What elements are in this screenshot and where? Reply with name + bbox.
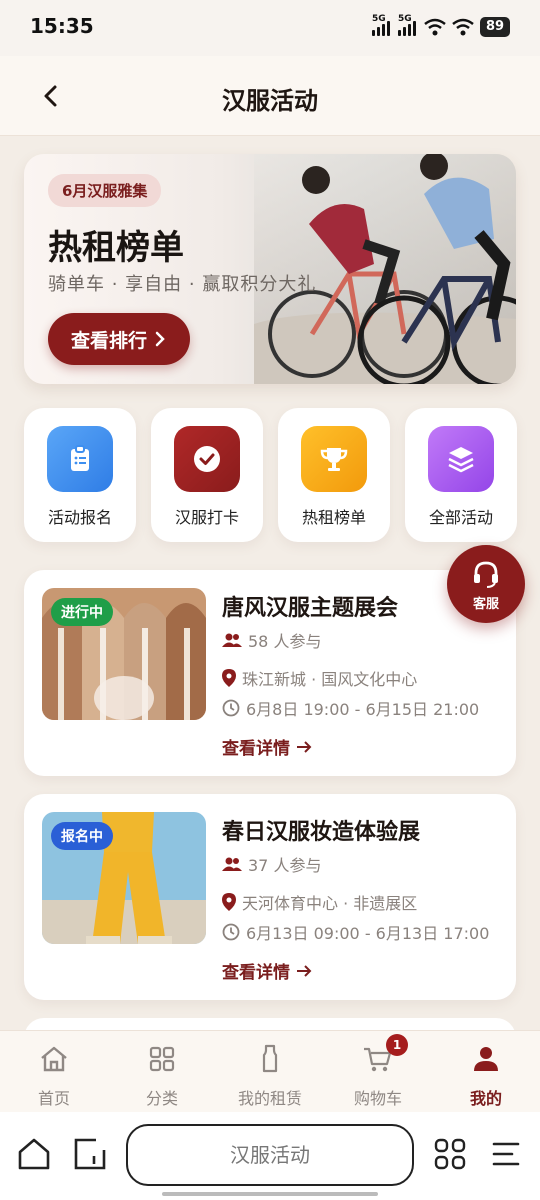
- status-time: 15:35: [30, 14, 94, 38]
- event-card[interactable]: 报名中 春日汉服妆造体验展 37 人参与 天河体育中心 · 非遗展区 6月13日…: [24, 794, 516, 1000]
- event-card[interactable]: 进行中 唐风汉服主题展会 58 人参与 珠江新城 · 国风文化中心 6月8日 1…: [24, 570, 516, 776]
- location-pin-icon: [222, 893, 236, 911]
- signal-icon: [398, 18, 416, 36]
- quick-link-label: 全部活动: [428, 508, 493, 527]
- home-icon: [41, 1046, 67, 1072]
- check-circle-icon: [174, 426, 240, 492]
- cycling-photo: [254, 154, 516, 384]
- time-text: 6月8日 19:00 - 6月15日 21:00: [246, 700, 480, 719]
- garment-icon: [262, 1044, 278, 1073]
- event-location: 天河体育中心 · 非遗展区: [222, 890, 417, 914]
- event-location: 珠江新城 · 国风文化中心: [222, 666, 417, 690]
- tab-label: 购物车: [353, 1089, 402, 1108]
- clock-icon: [222, 699, 240, 717]
- tab-label: 我的租赁: [237, 1089, 302, 1108]
- view-details-label: 查看详情: [222, 739, 290, 759]
- cart-count-badge: 1: [386, 1034, 408, 1056]
- tab-me[interactable]: 我的: [432, 1031, 540, 1113]
- browser-tabs-icon[interactable]: [72, 1136, 108, 1172]
- event-participants: 58 人参与: [222, 628, 321, 652]
- bottom-tab-bar: 首页 分类 我的租赁 购物车 我的: [0, 1030, 540, 1112]
- trophy-icon: [301, 426, 367, 492]
- customer-service-button[interactable]: 客服: [447, 545, 525, 623]
- quick-link-ranking[interactable]: 热租榜单: [278, 408, 390, 542]
- event-thumbnail: 进行中: [42, 588, 206, 720]
- clock-icon: [222, 923, 240, 941]
- wifi-icon: [424, 18, 446, 36]
- tab-cart[interactable]: 购物车: [324, 1031, 432, 1113]
- view-details-link[interactable]: 查看详情: [222, 734, 312, 759]
- tab-label: 我的: [469, 1089, 502, 1108]
- menu-icon[interactable]: [488, 1136, 524, 1172]
- quick-link-all-events[interactable]: 全部活动: [405, 408, 517, 542]
- status-badge: 报名中: [51, 822, 113, 850]
- battery-indicator: 89: [480, 17, 510, 37]
- participants-text: 37 人参与: [248, 856, 322, 875]
- arrow-right-icon: [297, 964, 312, 977]
- apps-grid-icon[interactable]: [432, 1136, 468, 1172]
- people-icon: [222, 633, 242, 647]
- app-header: 汉服活动: [0, 56, 540, 136]
- location-text: 珠江新城 · 国风文化中心: [242, 670, 418, 689]
- banner-tag: 6月汉服雅集: [48, 174, 162, 207]
- arrow-right-icon: [297, 740, 312, 753]
- location-pin-icon: [222, 669, 236, 687]
- view-details-label: 查看详情: [222, 963, 290, 983]
- grid-icon: [149, 1046, 175, 1072]
- address-bar[interactable]: 汉服活动: [126, 1124, 414, 1186]
- event-thumbnail: 报名中: [42, 812, 206, 944]
- promo-banner[interactable]: 6月汉服雅集 热租榜单 骑单车 · 享自由 · 赢取积分大礼 查看排行: [24, 154, 516, 384]
- page-title: 汉服活动: [222, 87, 318, 115]
- location-text: 天河体育中心 · 非遗展区: [242, 894, 418, 913]
- quick-link-signup[interactable]: 活动报名: [24, 408, 136, 542]
- event-participants: 37 人参与: [222, 852, 321, 876]
- browser-toolbar: 汉服活动: [0, 1112, 540, 1200]
- layers-icon: [428, 426, 494, 492]
- headset-icon: [474, 561, 498, 588]
- banner-title: 热租榜单: [48, 228, 184, 268]
- home-indicator: [162, 1192, 378, 1196]
- quick-link-label: 汉服打卡: [174, 508, 239, 527]
- status-badge: 进行中: [51, 598, 113, 626]
- wifi-icon: [452, 18, 474, 36]
- view-ranking-button[interactable]: 查看排行: [48, 313, 190, 365]
- tab-label: 首页: [37, 1089, 70, 1108]
- banner-subtitle: 骑单车 · 享自由 · 赢取积分大礼: [48, 274, 317, 295]
- tab-label: 分类: [145, 1089, 178, 1108]
- quick-link-checkin[interactable]: 汉服打卡: [151, 408, 263, 542]
- user-icon: [474, 1047, 498, 1071]
- quick-link-label: 活动报名: [47, 508, 112, 527]
- browser-home-icon[interactable]: [16, 1136, 52, 1172]
- participants-text: 58 人参与: [248, 632, 322, 651]
- tab-category[interactable]: 分类: [108, 1031, 216, 1113]
- event-title: 唐风汉服主题展会: [222, 596, 399, 621]
- customer-service-label: 客服: [472, 597, 499, 612]
- event-time: 6月8日 19:00 - 6月15日 21:00: [222, 696, 479, 720]
- clipboard-icon: [47, 426, 113, 492]
- signal-icon: [372, 18, 390, 36]
- view-ranking-label: 查看排行: [70, 329, 147, 352]
- status-bar: 15:35 5G 5G 89: [0, 0, 540, 56]
- tab-my-rentals[interactable]: 我的租赁: [216, 1031, 324, 1113]
- view-details-link[interactable]: 查看详情: [222, 958, 312, 983]
- tab-home[interactable]: 首页: [0, 1031, 108, 1113]
- people-icon: [222, 857, 242, 871]
- event-title: 春日汉服妆造体验展: [222, 820, 421, 845]
- chevron-right-icon: [155, 331, 165, 347]
- event-time: 6月13日 09:00 - 6月13日 17:00: [222, 920, 489, 944]
- quick-link-label: 热租榜单: [301, 508, 366, 527]
- time-text: 6月13日 09:00 - 6月13日 17:00: [246, 924, 490, 943]
